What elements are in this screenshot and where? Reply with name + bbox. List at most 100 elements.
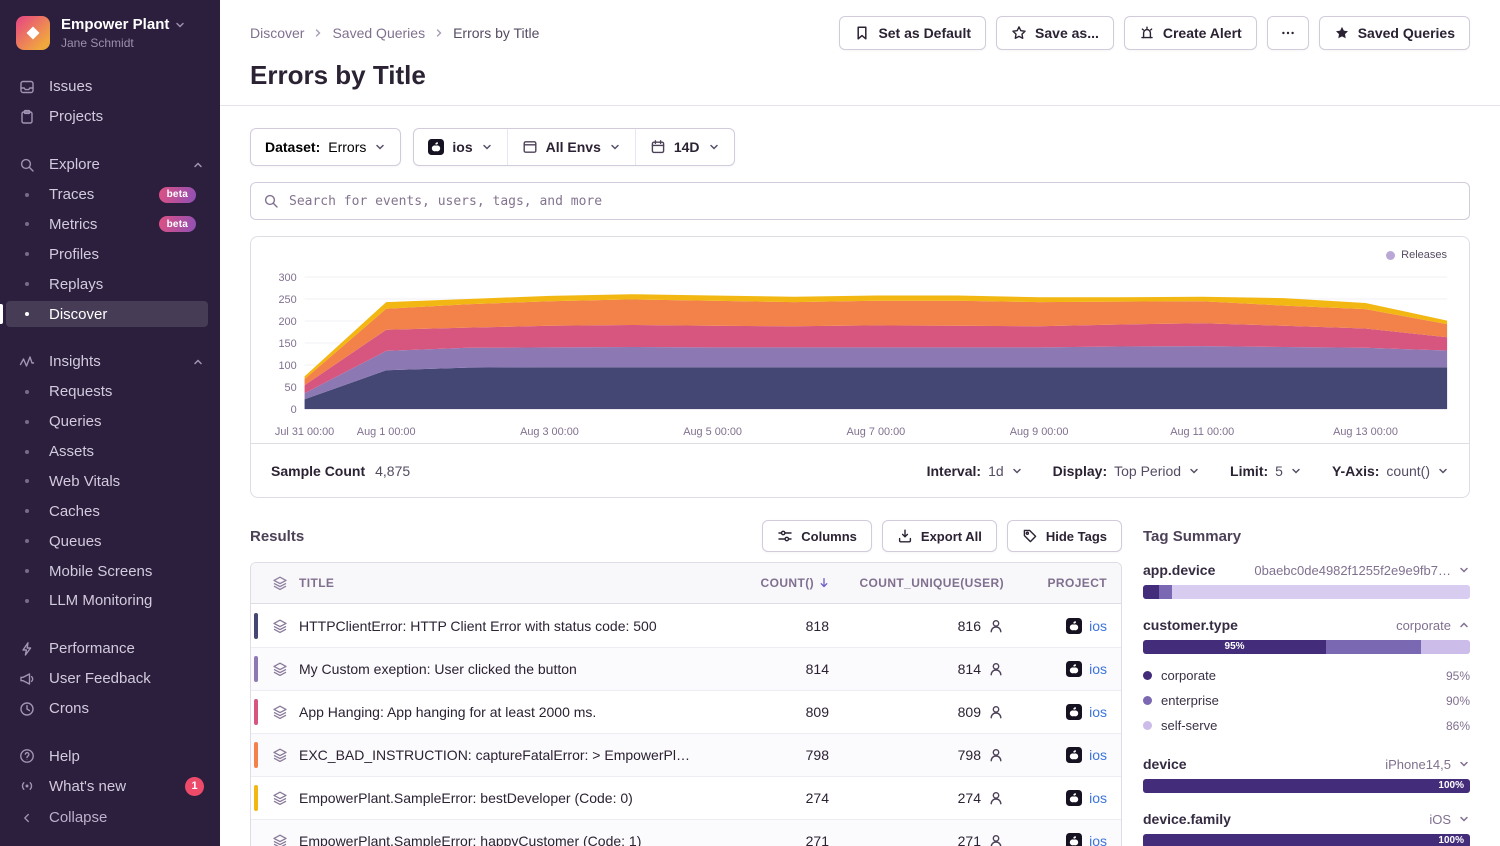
row-title[interactable]: My Custom exeption: User clicked the but…	[299, 661, 711, 677]
project-link[interactable]: ios	[1089, 833, 1107, 846]
date-range-selector[interactable]: 14D	[635, 129, 734, 165]
sidebar-item-caches[interactable]: Caches	[0, 496, 220, 526]
sidebar-section-explore[interactable]: Explore	[0, 150, 220, 180]
row-project[interactable]: ios	[1006, 747, 1121, 763]
yaxis-selector[interactable]: Y-Axis: count()	[1332, 463, 1449, 479]
row-project[interactable]: ios	[1006, 661, 1121, 677]
column-header-count[interactable]: COUNT()	[711, 576, 831, 590]
sidebar-item-queries[interactable]: Queries	[0, 407, 220, 437]
project-link[interactable]: ios	[1089, 661, 1107, 677]
row-title[interactable]: EXC_BAD_INSTRUCTION: captureFatalError: …	[299, 747, 711, 763]
row-title[interactable]: EmpowerPlant.SampleError: happyCustomer …	[299, 833, 711, 846]
column-header-count-unique[interactable]: COUNT_UNIQUE(USER)	[831, 576, 1006, 590]
sidebar-item-metrics[interactable]: Metrics beta	[0, 210, 220, 240]
svg-text:200: 200	[278, 316, 296, 328]
more-options-button[interactable]	[1267, 16, 1309, 50]
results-section: Results Columns Export All Hide Tags	[250, 520, 1122, 846]
tag-value-row[interactable]: corporate95%	[1143, 663, 1470, 688]
table-row[interactable]: EXC_BAD_INSTRUCTION: captureFatalError: …	[251, 733, 1121, 776]
sidebar-item-profiles[interactable]: Profiles	[0, 239, 220, 269]
sidebar-item-help[interactable]: Help	[0, 742, 220, 772]
tag-summary-panel: Tag Summary app.device0baebc0de4982f1255…	[1143, 520, 1470, 846]
sidebar-item-whats-new[interactable]: What's new 1	[0, 771, 220, 801]
sidebar-item-performance[interactable]: Performance	[0, 634, 220, 664]
project-selector[interactable]: ios	[414, 129, 506, 165]
tag-selected-value: iOS	[1429, 812, 1451, 827]
row-project[interactable]: ios	[1006, 704, 1121, 720]
tag-bar-segment	[1143, 585, 1159, 599]
column-header-project[interactable]: PROJECT	[1006, 576, 1121, 590]
save-as-button[interactable]: Save as...	[996, 16, 1114, 50]
sidebar-item-web-vitals[interactable]: Web Vitals	[0, 467, 220, 497]
content-area: Dataset: Errors ios All Envs 14D	[220, 106, 1500, 846]
tag-bar-segment: 100%	[1143, 834, 1470, 846]
column-header-title[interactable]: TITLE	[299, 576, 711, 590]
chart-panel: 050100150200250300Jul 31 00:00Aug 1 00:0…	[250, 236, 1470, 498]
table-row[interactable]: HTTPClientError: HTTP Client Error with …	[251, 604, 1121, 647]
hide-tags-button[interactable]: Hide Tags	[1007, 520, 1122, 552]
sidebar-item-llm-monitoring[interactable]: LLM Monitoring	[0, 586, 220, 616]
search-icon	[263, 193, 279, 209]
tag-section-header[interactable]: deviceiPhone14,5	[1143, 756, 1470, 772]
create-alert-button[interactable]: Create Alert	[1124, 16, 1257, 50]
project-link[interactable]: ios	[1089, 618, 1107, 634]
sidebar-item-projects[interactable]: Projects	[0, 102, 220, 132]
row-project[interactable]: ios	[1006, 618, 1121, 634]
sidebar-item-assets[interactable]: Assets	[0, 437, 220, 467]
sidebar-item-traces[interactable]: Traces beta	[0, 180, 220, 210]
breadcrumb: Discover Saved Queries Errors by Title	[250, 25, 539, 41]
sidebar-item-discover[interactable]: Discover	[0, 299, 220, 329]
dataset-selector[interactable]: Dataset: Errors	[250, 128, 401, 166]
sidebar-item-issues[interactable]: Issues	[0, 72, 220, 102]
sidebar-item-mobile-screens[interactable]: Mobile Screens	[0, 556, 220, 586]
tag-value-row[interactable]: self-serve86%	[1143, 713, 1470, 738]
ios-project-icon	[1066, 833, 1082, 846]
releases-legend[interactable]: Releases	[1386, 249, 1447, 261]
row-count: 271	[711, 833, 831, 846]
columns-button[interactable]: Columns	[762, 520, 872, 552]
set-as-default-button[interactable]: Set as Default	[839, 16, 986, 50]
breadcrumb-discover[interactable]: Discover	[250, 25, 304, 41]
saved-queries-button[interactable]: Saved Queries	[1319, 16, 1470, 50]
row-title[interactable]: HTTPClientError: HTTP Client Error with …	[299, 618, 711, 634]
org-switcher[interactable]: Empower Plant Jane Schmidt	[0, 14, 220, 52]
sidebar-item-crons[interactable]: Crons	[0, 694, 220, 724]
tag-section-header[interactable]: customer.typecorporate	[1143, 617, 1470, 633]
chevron-up-icon	[192, 356, 204, 368]
sidebar-item-replays[interactable]: Replays	[0, 269, 220, 299]
table-row[interactable]: My Custom exeption: User clicked the but…	[251, 647, 1121, 690]
display-selector[interactable]: Display: Top Period	[1053, 463, 1200, 479]
row-project[interactable]: ios	[1006, 833, 1121, 846]
tag-section-header[interactable]: device.familyiOS	[1143, 811, 1470, 827]
button-label: Create Alert	[1163, 25, 1242, 41]
project-link[interactable]: ios	[1089, 747, 1107, 763]
table-row[interactable]: EmpowerPlant.SampleError: bestDeveloper …	[251, 776, 1121, 819]
tag-value-row[interactable]: enterprise90%	[1143, 688, 1470, 713]
interval-selector[interactable]: Interval: 1d	[927, 463, 1023, 479]
row-title[interactable]: App Hanging: App hanging for at least 20…	[299, 704, 711, 720]
chevron-down-icon	[1458, 564, 1470, 576]
table-row[interactable]: EmpowerPlant.SampleError: happyCustomer …	[251, 819, 1121, 846]
sidebar-section-insights[interactable]: Insights	[0, 347, 220, 377]
series-color-swatch	[251, 777, 261, 819]
project-link[interactable]: ios	[1089, 704, 1107, 720]
export-all-button[interactable]: Export All	[882, 520, 997, 552]
limit-selector[interactable]: Limit: 5	[1230, 463, 1302, 479]
tag-values-list: corporate95%enterprise90%self-serve86%	[1143, 663, 1470, 738]
environment-selector[interactable]: All Envs	[507, 129, 635, 165]
row-title[interactable]: EmpowerPlant.SampleError: bestDeveloper …	[299, 790, 711, 806]
sidebar-item-user-feedback[interactable]: User Feedback	[0, 664, 220, 694]
svg-text:Aug 9 00:00: Aug 9 00:00	[1010, 426, 1069, 438]
sidebar-item-queues[interactable]: Queues	[0, 526, 220, 556]
tag-section-header[interactable]: app.device0baebc0de4982f1255f2e9e9fb7…	[1143, 562, 1470, 578]
table-row[interactable]: App Hanging: App hanging for at least 20…	[251, 690, 1121, 733]
search-input[interactable]	[289, 194, 1457, 209]
row-project[interactable]: ios	[1006, 790, 1121, 806]
tag-value-percentage: 86%	[1446, 719, 1470, 733]
sidebar-item-requests[interactable]: Requests	[0, 377, 220, 407]
project-link[interactable]: ios	[1089, 790, 1107, 806]
ios-project-icon	[1066, 790, 1082, 806]
search-bar	[250, 182, 1470, 220]
breadcrumb-saved-queries[interactable]: Saved Queries	[332, 25, 425, 41]
sidebar-collapse-button[interactable]: Collapse	[0, 801, 220, 834]
